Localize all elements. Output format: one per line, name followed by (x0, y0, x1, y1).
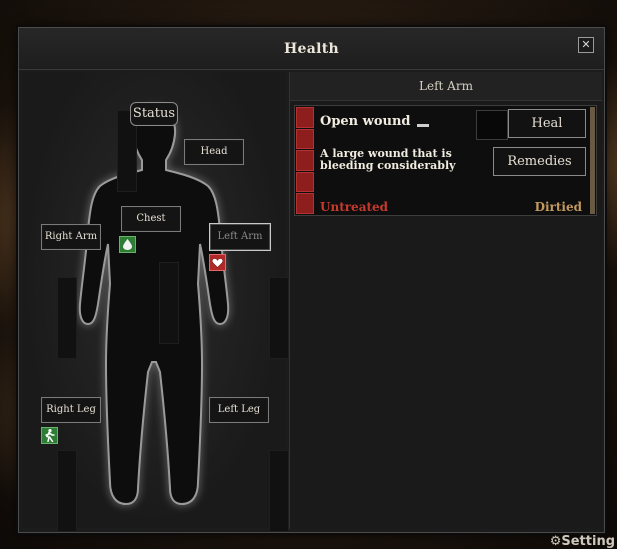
cleanliness-status: Dirtied (534, 200, 582, 214)
close-button[interactable]: ✕ (578, 37, 594, 53)
title-bar: Health ✕ (19, 28, 604, 70)
left-arm-button[interactable]: Left Arm (209, 223, 271, 251)
status-button[interactable]: Status (130, 102, 178, 126)
chest-health-bar (159, 262, 179, 344)
treatment-status: Untreated (320, 200, 389, 214)
severity-segment (296, 107, 314, 128)
detail-title: Left Arm (419, 79, 473, 93)
heart-icon (212, 257, 223, 268)
head-label: Head (200, 146, 228, 157)
bleeding-status[interactable] (119, 236, 136, 253)
left-leg-button[interactable]: Left Leg (209, 397, 269, 423)
right-leg-health-bar (57, 450, 77, 532)
chest-label: Chest (136, 213, 166, 224)
minus-icon (417, 124, 429, 127)
pain-status[interactable] (209, 254, 226, 271)
severity-bar (296, 107, 314, 214)
body-panel: Status Head Chest Right Arm Left Arm Rig… (22, 72, 289, 532)
head-button[interactable]: Head (184, 139, 244, 165)
detail-header: Left Arm (290, 72, 602, 101)
settings-button[interactable]: ⚙Setting (550, 534, 615, 549)
health-window: Health ✕ Status Head Chest Right Arm Lef… (18, 27, 605, 533)
heal-button[interactable]: Heal (508, 109, 586, 138)
left-arm-health-bar (269, 277, 289, 359)
severity-segment (296, 171, 314, 193)
severity-segment (296, 150, 314, 171)
right-arm-button[interactable]: Right Arm (41, 224, 101, 250)
severity-segment (296, 128, 314, 150)
left-arm-label: Left Arm (217, 231, 263, 242)
severity-segment (296, 193, 314, 214)
right-arm-health-bar (57, 277, 77, 359)
detail-panel: Left Arm Open wound Heal A large wound t… (289, 72, 602, 529)
gear-icon: ⚙ (549, 534, 562, 549)
item-slot[interactable] (476, 110, 508, 140)
remedies-label: Remedies (507, 154, 572, 169)
chest-button[interactable]: Chest (121, 206, 181, 232)
right-arm-label: Right Arm (44, 231, 98, 242)
status-label: Status (132, 106, 176, 121)
mobility-status[interactable] (41, 427, 58, 444)
blood-drop-icon (123, 239, 132, 250)
left-leg-health-bar (269, 450, 289, 532)
wound-name: Open wound (320, 114, 411, 129)
close-icon: ✕ (581, 38, 591, 51)
heal-label: Heal (531, 116, 563, 131)
right-leg-label: Right Leg (46, 404, 96, 415)
settings-label: Setting (561, 534, 615, 549)
left-leg-label: Left Leg (217, 404, 261, 415)
window-title: Health (284, 40, 339, 57)
walking-icon (45, 429, 55, 442)
right-leg-button[interactable]: Right Leg (41, 397, 101, 423)
wound-description: A large wound that is bleeding considera… (320, 147, 456, 172)
scrollbar[interactable] (590, 107, 595, 214)
wound-card: Open wound Heal A large wound that is bl… (294, 105, 597, 216)
remedies-button[interactable]: Remedies (493, 147, 586, 176)
